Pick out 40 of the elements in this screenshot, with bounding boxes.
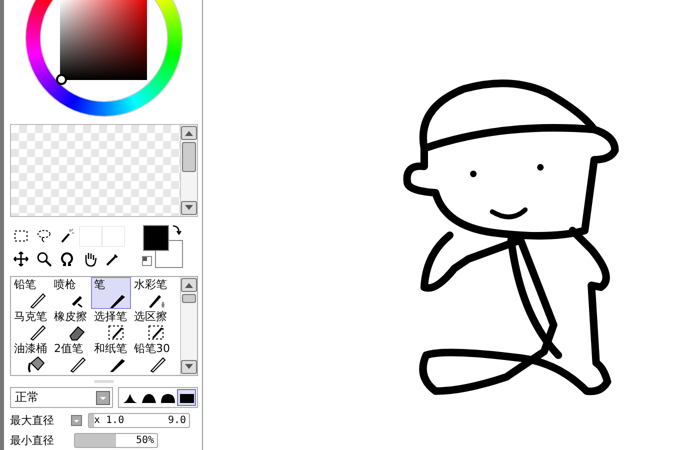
brush-tool[interactable]: 油漆桶	[11, 341, 51, 373]
brush-tool[interactable]: 铅笔	[11, 277, 51, 309]
brush-tool[interactable]: 选区擦	[131, 309, 171, 341]
brush-tool[interactable]: 2值笔	[51, 341, 91, 373]
blend-mode-dropdown[interactable]: 正常	[10, 387, 113, 408]
brush-tool[interactable]: 喷枪	[51, 277, 91, 309]
scrollbar[interactable]	[180, 277, 197, 375]
scroll-up-icon[interactable]	[181, 278, 197, 292]
parameter-slider[interactable]: x 1.0 9.0	[88, 413, 190, 428]
scroll-thumb[interactable]	[182, 294, 196, 303]
parameter-label: 最小直径	[10, 433, 55, 448]
brush-shape-icon	[140, 392, 156, 402]
bucket-icon	[27, 355, 47, 373]
resize-grip[interactable]	[94, 380, 114, 383]
brush-tool[interactable]: 笔	[91, 277, 131, 309]
parameter-slider[interactable]: 50%	[74, 433, 158, 448]
brush-shape-icon	[178, 392, 194, 402]
brush-shape-button[interactable]	[177, 389, 196, 406]
parameter-label: 最大直径	[10, 413, 55, 428]
dropdown-caret-icon[interactable]	[71, 415, 82, 426]
brush-tool[interactable]: 选择笔	[91, 309, 131, 341]
scrollbar[interactable]	[180, 125, 197, 216]
scroll-down-icon[interactable]	[181, 201, 197, 215]
brush-tool[interactable]: 马克笔	[11, 309, 51, 341]
color-square[interactable]	[60, 0, 147, 80]
foreground-color-swatch[interactable]	[143, 225, 169, 251]
dropdown-caret-icon[interactable]	[96, 390, 110, 404]
brush-tool[interactable]: 和纸笔	[91, 341, 131, 373]
brush-tool[interactable]: 橡皮擦	[51, 309, 91, 341]
background-color-swatch[interactable]	[155, 240, 183, 268]
scroll-down-icon[interactable]	[181, 360, 197, 374]
brush-tool[interactable]: 水彩笔	[131, 277, 171, 309]
swap-arrow-icon[interactable]	[172, 224, 182, 236]
scroll-thumb[interactable]	[182, 142, 196, 172]
brush-shape-icon	[160, 392, 176, 402]
reset-colors-icon[interactable]	[142, 256, 152, 266]
blend-mode-value: 正常	[15, 389, 39, 406]
brush-tool[interactable]: 铅笔30	[131, 341, 171, 373]
brush-shape-icon	[122, 392, 138, 402]
scroll-up-icon[interactable]	[181, 126, 197, 140]
